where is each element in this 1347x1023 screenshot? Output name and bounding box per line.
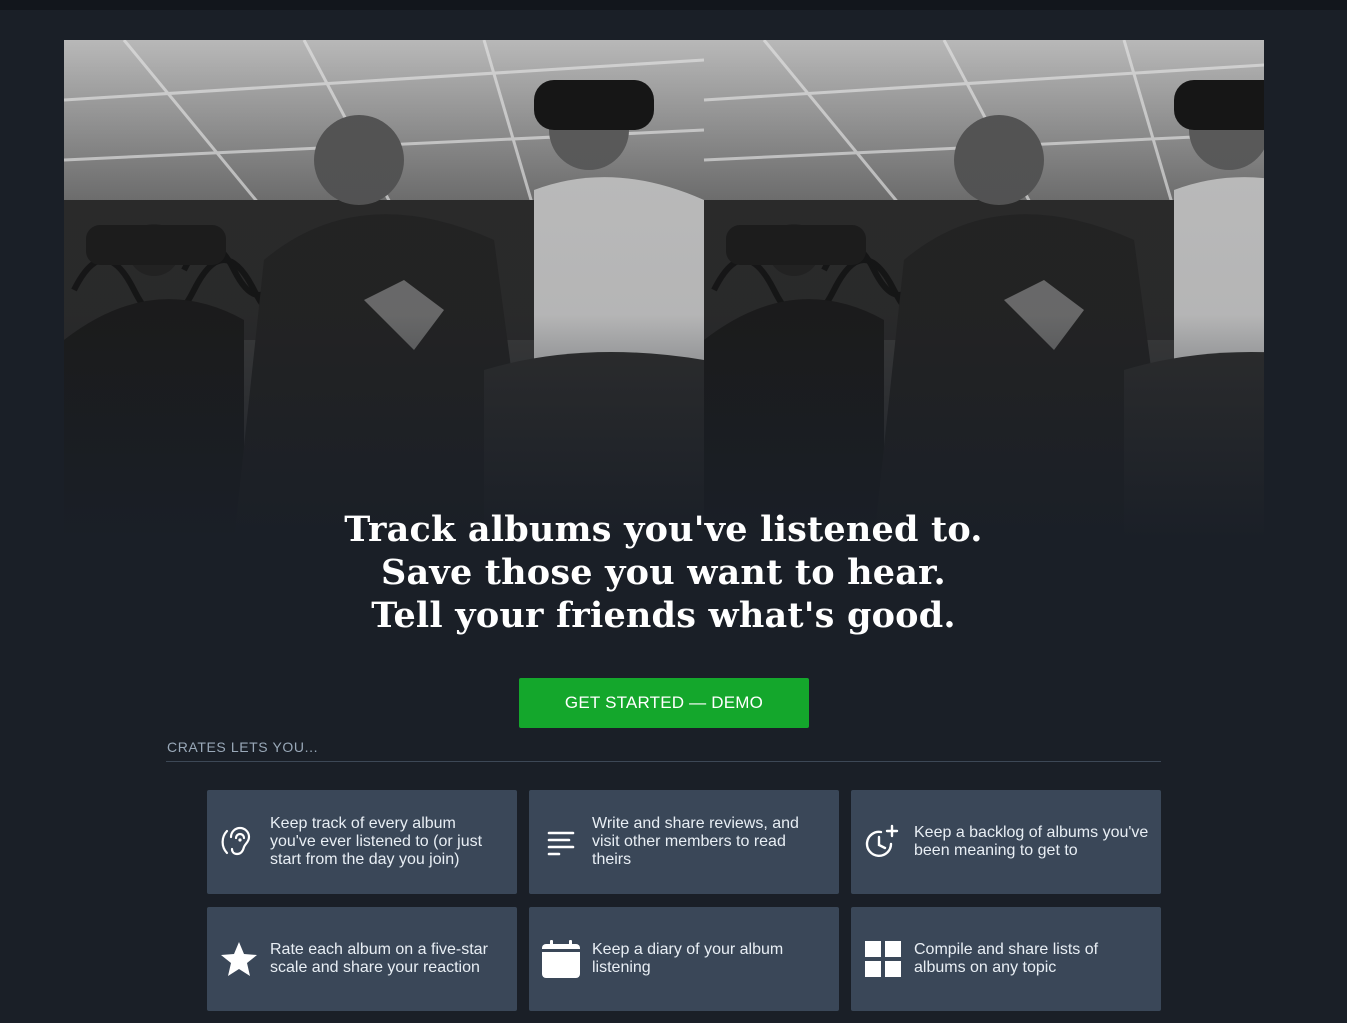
calendar-icon [541,939,581,979]
get-started-button[interactable]: GET STARTED — DEMO [519,678,809,728]
feature-text: Rate each album on a five-star scale and… [270,941,488,976]
feature-text: Compile and share lists of albums on any… [914,941,1099,976]
feature-text: Keep a diary of your album listening [592,941,784,976]
top-bar [0,0,1347,10]
headline-line-2: Save those you want to hear. [381,552,946,593]
feature-card-lists: Compile and share lists of albums on any… [851,907,1161,1011]
ear-icon [219,822,259,862]
feature-text: Keep track of every album you've ever li… [270,815,483,868]
grid-icon [863,939,903,979]
feature-card-rate: Rate each album on a five-star scale and… [207,907,517,1011]
hero-headline: Track albums you've listened to. Save th… [0,508,1327,637]
lines-icon [541,822,581,862]
headline-line-3: Tell your friends what's good. [371,595,956,636]
feature-text: Keep a backlog of albums you've been mea… [914,824,1149,859]
feature-text: Write and share reviews, and visit other… [592,815,799,868]
hero-image [64,40,1264,540]
section-divider [166,761,1161,762]
section-label: CRATES LETS YOU... [167,739,319,755]
feature-card-track: Keep track of every album you've ever li… [207,790,517,894]
clock-plus-icon [863,822,903,862]
feature-card-reviews: Write and share reviews, and visit other… [529,790,839,894]
headline-line-1: Track albums you've listened to. [344,509,983,550]
star-icon [219,939,259,979]
feature-card-backlog: Keep a backlog of albums you've been mea… [851,790,1161,894]
feature-card-diary: Keep a diary of your album listening [529,907,839,1011]
features-grid: Keep track of every album you've ever li… [207,790,1161,1011]
